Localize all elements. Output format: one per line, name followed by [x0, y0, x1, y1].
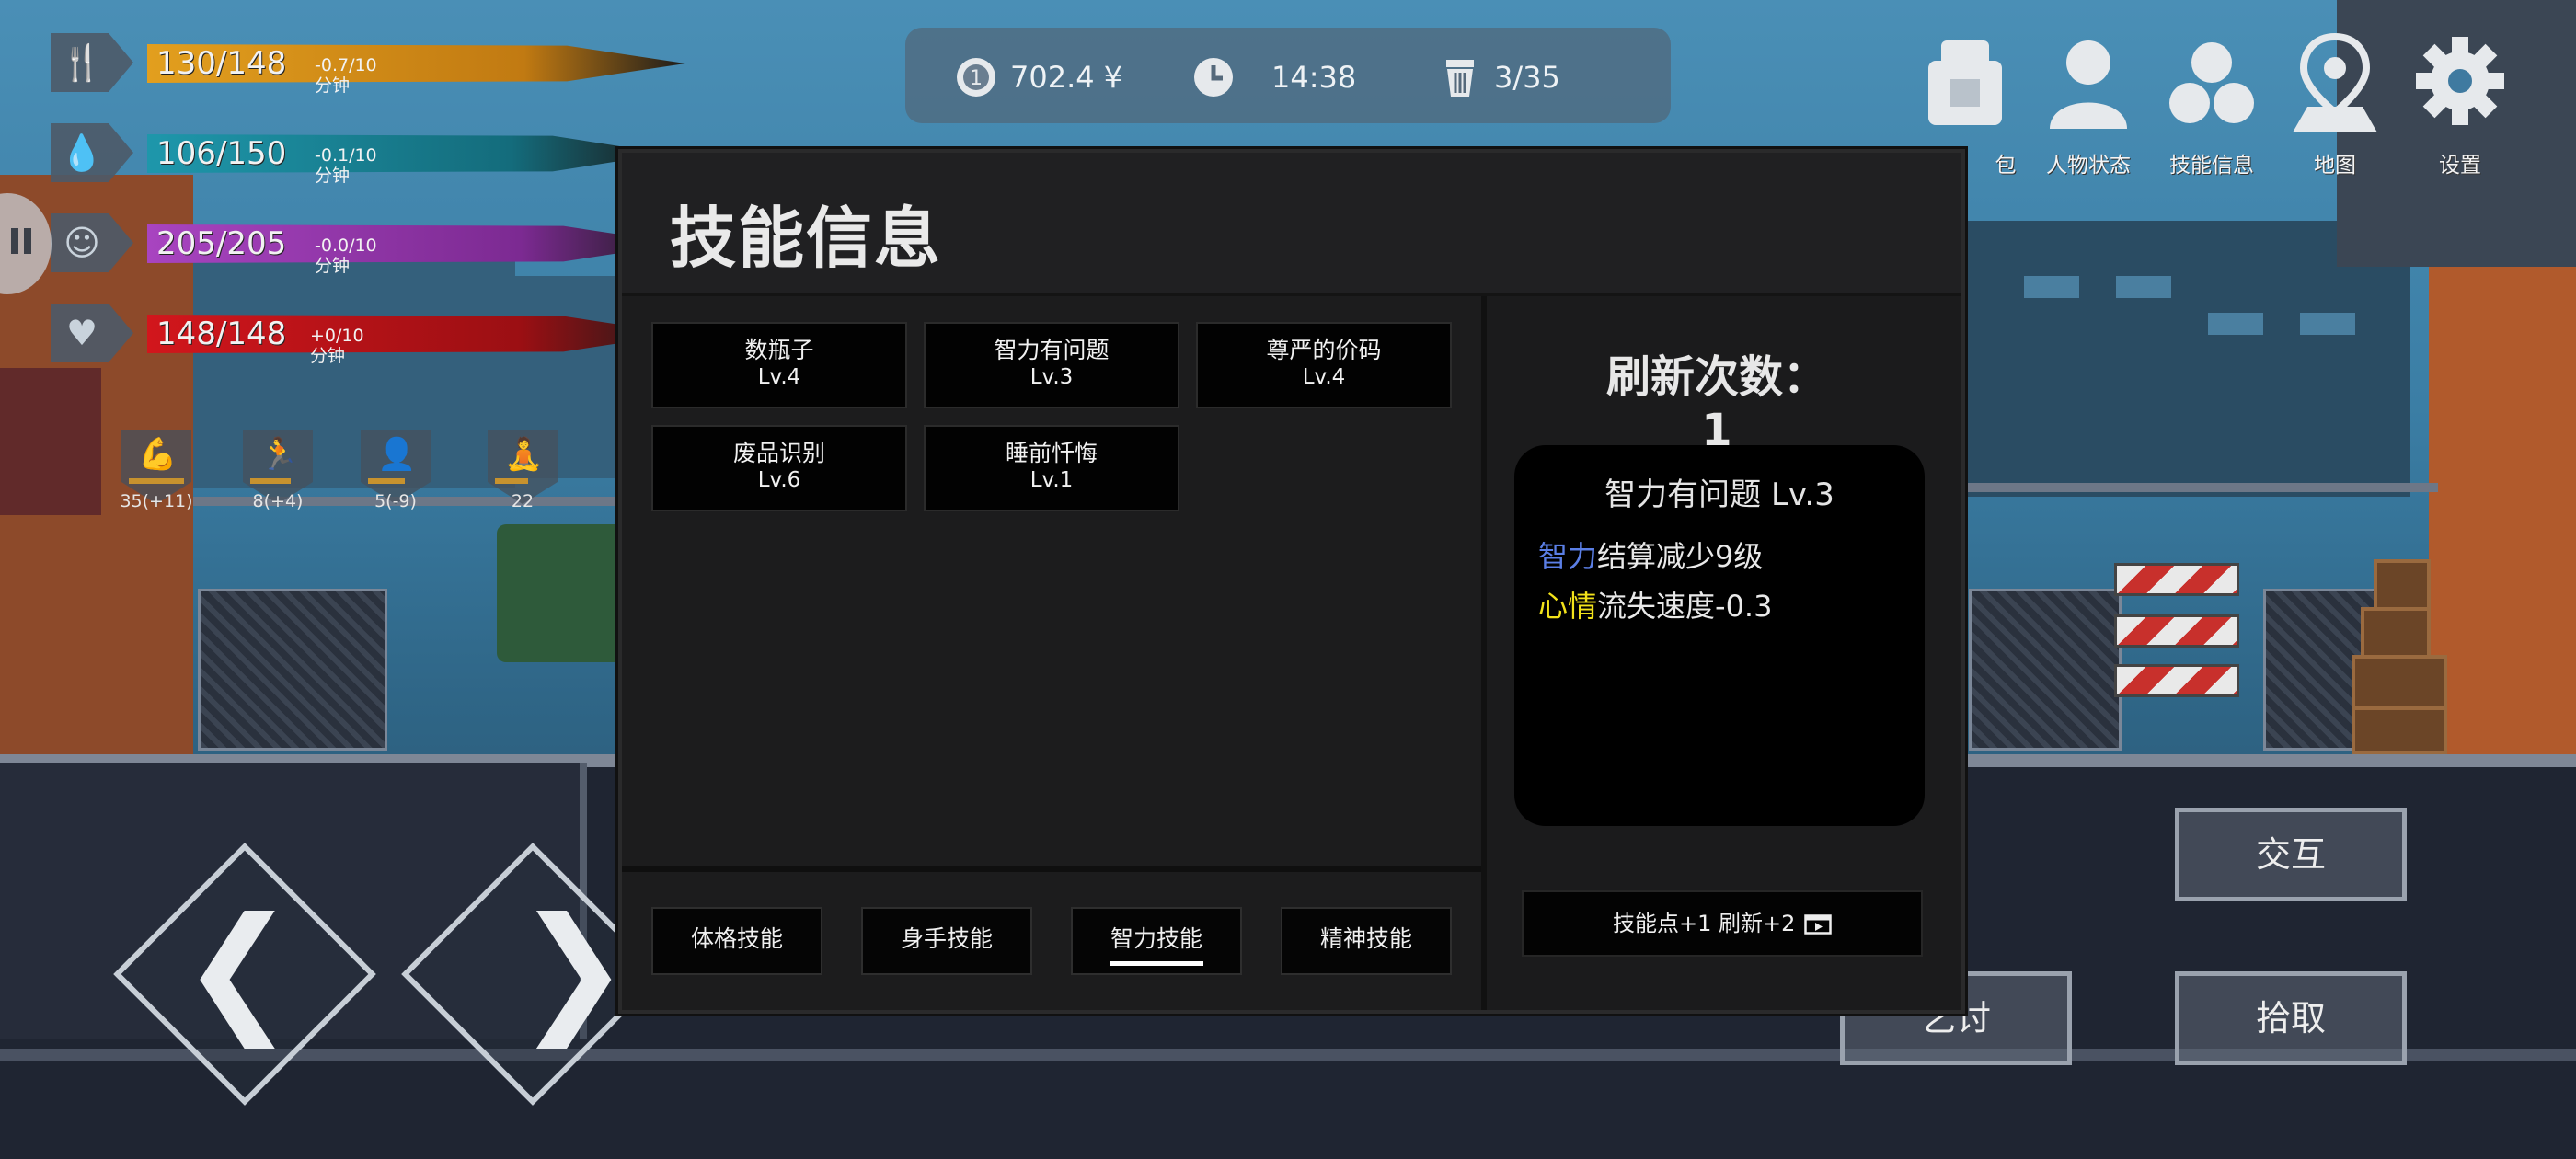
backpack-icon — [1928, 40, 2002, 125]
skill-card[interactable]: 睡前忏悔 Lv.1 — [924, 425, 1179, 511]
attr-strength: 💪 35(+11) — [110, 430, 202, 519]
refresh-count: 刷新次数：1 — [1605, 351, 1827, 456]
health-rate: +0/10分钟 — [310, 326, 364, 366]
divider — [622, 866, 1481, 872]
face-icon: ☺ — [63, 223, 100, 263]
fork-knife-icon: 🍴 — [60, 42, 104, 83]
skill-name: 数瓶子 — [744, 337, 814, 363]
tab-agility-skills[interactable]: 身手技能 — [861, 907, 1032, 975]
clock-icon — [1194, 58, 1233, 97]
bag-capacity-value: 3/35 — [1494, 60, 1560, 95]
skill-detail-title: 智力有问题 Lv.3 — [1604, 476, 1834, 513]
hunger-value: 130/148 — [156, 45, 287, 82]
tab-intelligence-skills[interactable]: 智力技能 — [1071, 907, 1242, 975]
skill-name: 睡前忏悔 — [1005, 440, 1098, 466]
left-arrow-icon: ❮ — [180, 889, 296, 1049]
pickup-button[interactable]: 拾取 — [2175, 971, 2407, 1065]
svg-text:1: 1 — [970, 67, 983, 90]
thirst-rate: -0.1/10分钟 — [315, 145, 377, 186]
muscle-icon: 💪 — [138, 436, 178, 473]
heartbeat-icon: ♥ — [65, 313, 98, 353]
head-icon: 👤 — [377, 436, 417, 473]
refresh-skill-button[interactable]: 技能点+1 刷新+2 — [1522, 890, 1923, 957]
video-ad-icon — [1804, 914, 1832, 935]
skill-effect: 心情流失速度-0.3 — [1538, 583, 1772, 625]
attr-agility: 🏃 8(+4) — [232, 430, 324, 519]
skill-list-pane: 数瓶子 Lv.4 智力有问题 Lv.3 尊严的价码 Lv.4 废品识别 Lv.6… — [622, 296, 1481, 1010]
mood-value: 205/205 — [156, 225, 287, 262]
time-display: 14:38 — [1192, 57, 1356, 98]
gear-icon — [2416, 37, 2504, 125]
effect-text: 流失速度-0.3 — [1597, 589, 1773, 624]
skill-name: 智力有问题 — [994, 337, 1110, 363]
skill-name: 尊严的价码 — [1266, 337, 1382, 363]
skill-detail-card: 智力有问题 Lv.3 智力结算减少9级 心情流失速度-0.3 — [1514, 445, 1925, 826]
effect-keyword: 心情 — [1538, 589, 1598, 624]
water-drop-icon: 💧 — [60, 132, 104, 173]
skill-level: Lv.3 — [1029, 365, 1074, 389]
skill-info-panel: 技能信息 数瓶子 Lv.4 智力有问题 Lv.3 尊严的价码 Lv.4 废品识别… — [618, 149, 1965, 1014]
effect-keyword: 智力 — [1538, 539, 1598, 574]
meditate-icon: 🧘 — [504, 436, 544, 473]
skill-effect: 智力结算减少9级 — [1538, 534, 1763, 576]
menu-map[interactable]: 地图 — [2280, 33, 2390, 180]
tab-physique-skills[interactable]: 体格技能 — [651, 907, 822, 975]
menu-skill-info[interactable]: 技能信息 — [2156, 33, 2267, 180]
money-value: 702.4 ¥ — [1010, 60, 1123, 95]
skill-card[interactable]: 废品识别 Lv.6 — [651, 425, 907, 511]
skill-card[interactable]: 智力有问题 Lv.3 — [924, 322, 1179, 408]
skill-level: Lv.4 — [757, 365, 801, 389]
skills-circles-icon — [2169, 42, 2254, 123]
skill-level: Lv.1 — [1029, 468, 1074, 492]
map-pin-icon — [2293, 33, 2377, 132]
panel-title: 技能信息 — [670, 200, 943, 277]
bag-capacity-display: 3/35 — [1439, 57, 1560, 98]
attr-spirit: 🧘 22 — [477, 430, 569, 519]
health-value: 148/148 — [156, 316, 287, 352]
skill-level: Lv.6 — [757, 468, 801, 492]
menu-character-status[interactable]: 人物状态 — [2033, 33, 2144, 180]
effect-text: 结算减少9级 — [1597, 539, 1764, 574]
coin-icon: 1 — [957, 58, 995, 97]
menu-settings[interactable]: 设置 — [2405, 33, 2515, 180]
panel-header: 技能信息 — [622, 153, 1961, 296]
attr-intelligence: 👤 5(-9) — [350, 430, 442, 519]
skill-card[interactable]: 尊严的价码 Lv.4 — [1196, 322, 1452, 408]
thirst-value: 106/150 — [156, 135, 287, 172]
tab-spirit-skills[interactable]: 精神技能 — [1281, 907, 1452, 975]
skill-name: 废品识别 — [732, 440, 825, 466]
divider — [1481, 296, 1487, 1010]
skill-level: Lv.4 — [1302, 365, 1346, 389]
running-icon: 🏃 — [259, 436, 299, 473]
time-value: 14:38 — [1271, 60, 1357, 95]
interact-button[interactable]: 交互 — [2175, 808, 2407, 901]
mood-rate: -0.0/10分钟 — [315, 235, 377, 276]
tab-label: 智力技能 — [1110, 925, 1202, 952]
right-arrow-icon: ❯ — [515, 889, 631, 1049]
top-status-bar: 1 702.4 ¥ 14:38 3/35 — [905, 28, 1671, 123]
skill-card[interactable]: 数瓶子 Lv.4 — [651, 322, 907, 408]
trash-bag-icon — [1446, 60, 1474, 97]
hunger-rate: -0.7/10分钟 — [315, 55, 377, 96]
refresh-button-label: 技能点+1 刷新+2 — [1612, 911, 1796, 936]
active-tab-indicator — [1110, 961, 1203, 966]
money-display: 1 702.4 ¥ — [955, 57, 1122, 98]
person-icon — [2050, 40, 2127, 129]
